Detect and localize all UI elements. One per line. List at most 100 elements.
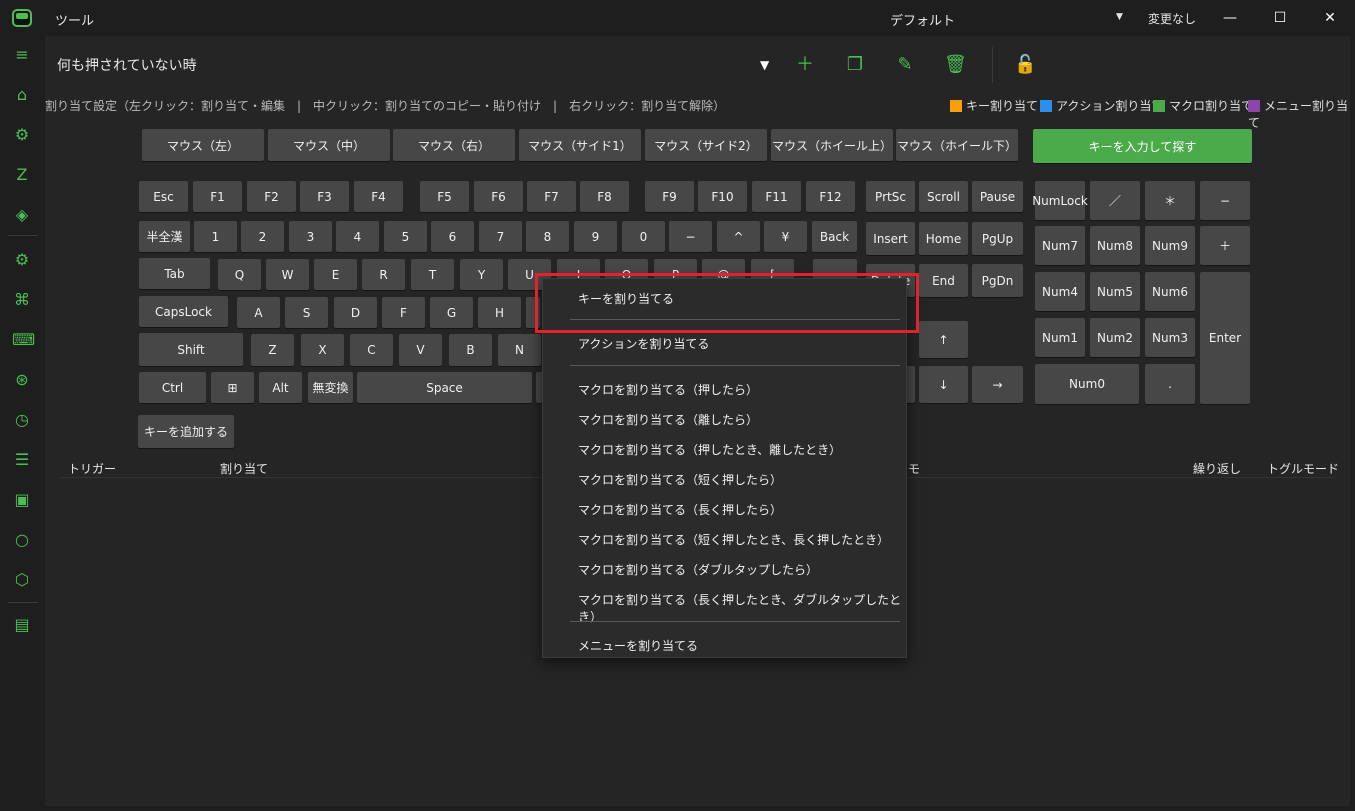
- key[interactable]: End: [919, 264, 968, 297]
- mouse-middle-key[interactable]: マウス（中）: [268, 129, 390, 161]
- key[interactable]: 7: [479, 221, 522, 252]
- gamepad-icon[interactable]: ⊛: [12, 370, 32, 390]
- key[interactable]: Insert: [866, 222, 915, 255]
- key[interactable]: R: [362, 259, 405, 290]
- menu-item-macro-short-long[interactable]: マクロを割り当てる（短く押したとき、長く押したとき）: [578, 531, 889, 548]
- menu-item-macro-short-press[interactable]: マクロを割り当てる（短く押したら）: [578, 471, 782, 488]
- image-icon[interactable]: ▣: [12, 490, 32, 510]
- windows-icon[interactable]: ⊞: [211, 372, 254, 403]
- add-key-button[interactable]: キーを追加する: [138, 415, 234, 448]
- ctrl-key[interactable]: Ctrl: [139, 372, 206, 403]
- key[interactable]: F: [382, 297, 425, 328]
- menu-icon[interactable]: ≡: [12, 45, 32, 65]
- mouse-wheel-down-key[interactable]: マウス（ホイール下）: [896, 129, 1018, 161]
- key[interactable]: F7: [527, 181, 576, 212]
- search-key-button[interactable]: キーを入力して探す: [1033, 129, 1252, 163]
- circle-icon[interactable]: ○: [12, 530, 32, 550]
- key[interactable]: PgDn: [972, 264, 1023, 297]
- menu-item-assign-action[interactable]: アクションを割り当てる: [578, 335, 709, 352]
- key[interactable]: 1: [194, 221, 237, 252]
- pencil-icon[interactable]: ✎: [894, 54, 916, 76]
- key[interactable]: Num4: [1035, 272, 1085, 311]
- key[interactable]: F1: [193, 181, 242, 212]
- key[interactable]: 3: [289, 221, 332, 252]
- condition-dropdown-icon[interactable]: ▼: [760, 58, 769, 72]
- key[interactable]: E: [314, 259, 357, 290]
- shift-key[interactable]: Shift: [139, 333, 243, 366]
- key[interactable]: Num2: [1090, 318, 1140, 357]
- copy-icon[interactable]: ❐: [844, 54, 866, 76]
- arrow-right-key[interactable]: →: [972, 366, 1023, 403]
- mouse-side2-key[interactable]: マウス（サイド2）: [645, 129, 767, 161]
- muhenkan-key[interactable]: 無変換: [308, 372, 353, 403]
- close-button[interactable]: ✕: [1316, 6, 1344, 30]
- condition-select[interactable]: 何も押されていない時: [57, 55, 777, 75]
- tab-key[interactable]: Tab: [139, 258, 210, 289]
- key[interactable]: F5: [420, 181, 469, 212]
- key[interactable]: 0: [622, 221, 665, 252]
- key[interactable]: −: [1200, 181, 1250, 220]
- key[interactable]: F2: [247, 181, 296, 212]
- key[interactable]: Y: [460, 259, 503, 290]
- capslock-key[interactable]: CapsLock: [139, 296, 228, 327]
- alt-key[interactable]: Alt: [259, 372, 302, 403]
- menu-item-macro-press[interactable]: マクロを割り当てる（押したら）: [578, 381, 758, 398]
- list-icon[interactable]: ☰: [12, 450, 32, 470]
- key[interactable]: C: [350, 334, 393, 366]
- num0-key[interactable]: Num0: [1035, 364, 1139, 404]
- plus-icon[interactable]: ＋: [794, 54, 816, 76]
- key[interactable]: Z: [251, 334, 294, 366]
- key[interactable]: G: [430, 297, 473, 328]
- key[interactable]: Num9: [1145, 226, 1195, 265]
- space-key[interactable]: Space: [357, 372, 532, 403]
- key[interactable]: N: [498, 334, 541, 366]
- key[interactable]: ＋: [1200, 226, 1250, 265]
- column-trigger[interactable]: トリガー: [68, 460, 116, 477]
- key[interactable]: 4: [336, 221, 379, 252]
- key[interactable]: Num6: [1145, 272, 1195, 311]
- key[interactable]: F10: [698, 181, 747, 212]
- key[interactable]: T: [411, 259, 454, 290]
- key[interactable]: .: [1145, 364, 1195, 404]
- key[interactable]: Num1: [1035, 318, 1085, 357]
- key[interactable]: Pause: [972, 181, 1023, 212]
- key[interactable]: 9: [574, 221, 617, 252]
- alarm-icon[interactable]: ◷: [12, 410, 32, 430]
- key[interactable]: H: [478, 297, 521, 328]
- column-assign[interactable]: 割り当て: [220, 460, 268, 477]
- mouse-side1-key[interactable]: マウス（サイド1）: [519, 129, 641, 161]
- mouse-right-key[interactable]: マウス（右）: [393, 129, 515, 161]
- settings-icon[interactable]: ⚙: [12, 250, 32, 270]
- key[interactable]: D: [334, 297, 377, 328]
- shield-icon[interactable]: ◈: [12, 205, 32, 225]
- lock-icon[interactable]: 🔓: [1014, 54, 1036, 76]
- key[interactable]: F11: [752, 181, 801, 212]
- key[interactable]: X: [301, 334, 344, 366]
- key[interactable]: NumLock: [1032, 181, 1088, 220]
- command-icon[interactable]: ⌘: [12, 290, 32, 310]
- key[interactable]: 6: [431, 221, 474, 252]
- key[interactable]: Num7: [1035, 226, 1085, 265]
- menu-item-macro-press-release[interactable]: マクロを割り当てる（押したとき、離したとき）: [578, 441, 841, 458]
- menu-item-macro-long-press[interactable]: マクロを割り当てる（長く押したら）: [578, 501, 782, 518]
- key[interactable]: Num3: [1145, 318, 1195, 357]
- key[interactable]: Q: [218, 259, 261, 290]
- key[interactable]: 5: [384, 221, 427, 252]
- key[interactable]: ＊: [1145, 181, 1195, 220]
- key[interactable]: B: [449, 334, 492, 366]
- menu-item-macro-long-double[interactable]: マクロを割り当てる（長く押したとき、ダブルタップしたとき）: [578, 591, 906, 625]
- package-icon[interactable]: ⬡: [12, 570, 32, 590]
- key[interactable]: W: [266, 259, 309, 290]
- key[interactable]: S: [285, 297, 328, 328]
- menu-item-macro-release[interactable]: マクロを割り当てる（離したら）: [578, 411, 758, 428]
- key[interactable]: 8: [526, 221, 569, 252]
- key[interactable]: 2: [241, 221, 284, 252]
- key[interactable]: PgUp: [972, 222, 1023, 255]
- column-repeat[interactable]: 繰り返し: [1193, 460, 1241, 477]
- key[interactable]: −: [669, 221, 712, 252]
- key[interactable]: ^: [717, 221, 760, 252]
- maximize-button[interactable]: ☐: [1266, 6, 1294, 30]
- profile-select[interactable]: デフォルト: [890, 10, 955, 29]
- key[interactable]: V: [399, 334, 442, 366]
- key[interactable]: Home: [919, 222, 968, 255]
